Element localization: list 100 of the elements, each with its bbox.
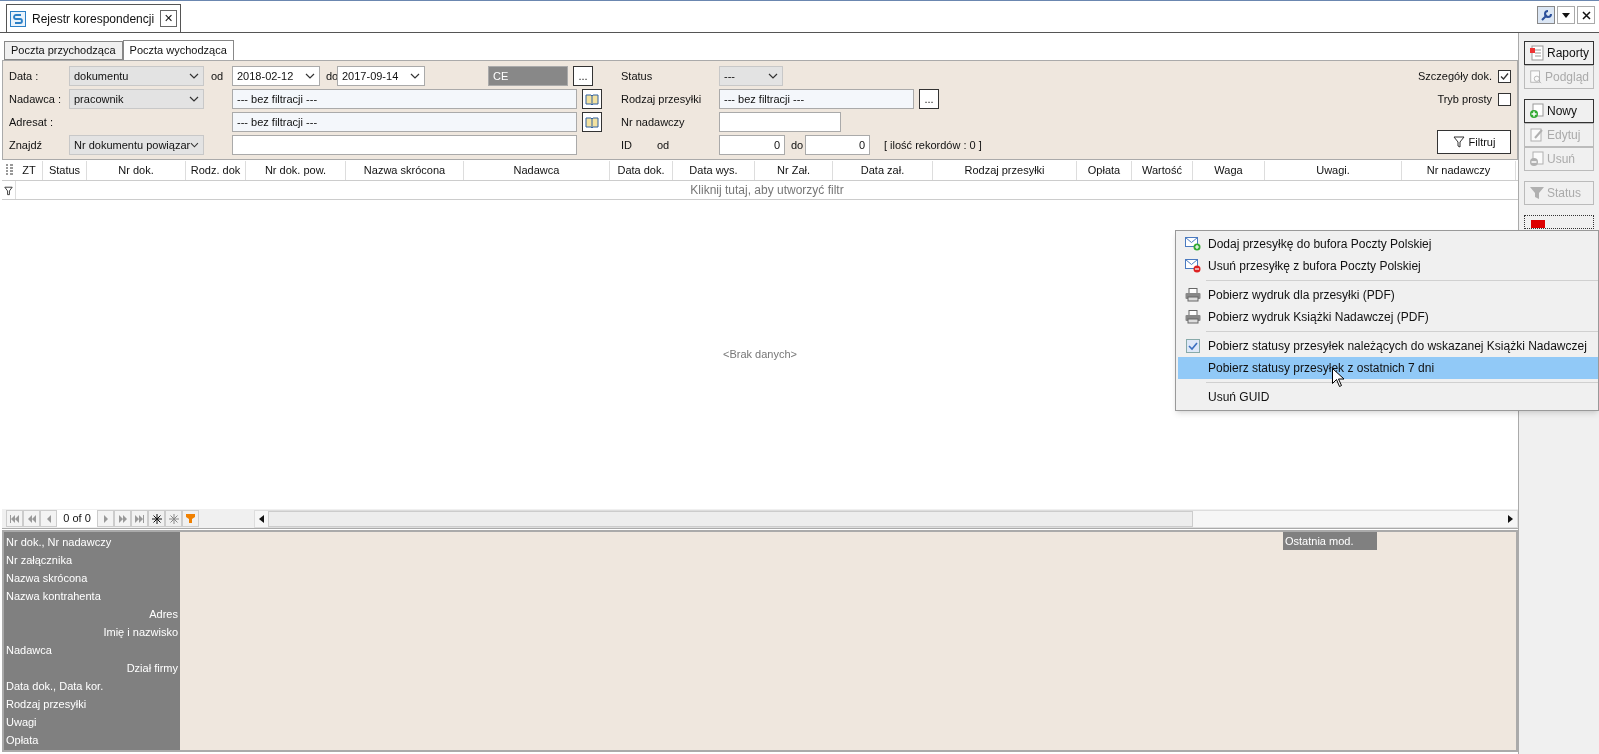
column-header[interactable]: Nadawca [464, 161, 610, 180]
filter-button[interactable]: Filtruj [1437, 130, 1511, 154]
sender-number-field[interactable] [719, 112, 841, 132]
date-picker[interactable]: 2017-09-14 [337, 66, 425, 86]
wrench-icon [1539, 8, 1553, 22]
detail-label: Data dok., Data kor. [6, 679, 105, 694]
next-record-button[interactable] [97, 510, 114, 527]
asterisk-icon [151, 513, 162, 524]
add-record-button[interactable] [148, 510, 165, 527]
next-page-button[interactable] [114, 510, 131, 527]
code-field[interactable]: CE [488, 66, 568, 86]
dropdown-button[interactable] [1557, 6, 1575, 24]
document-tab[interactable]: Rejestr korespondencji ✕ [6, 4, 182, 32]
field-label: Status [621, 68, 654, 84]
field-label: Rodzaj przesyłki [621, 91, 703, 107]
close-icon [1581, 10, 1591, 20]
arrow-icon [26, 514, 37, 523]
arrow-icon [9, 514, 20, 523]
checkbox-icon [1186, 339, 1200, 353]
field-label: Adresat : [9, 114, 55, 130]
printer-icon [1185, 310, 1201, 324]
field-label: Nadawca : [9, 91, 62, 107]
column-header[interactable]: Nr dok. pow. [246, 161, 346, 180]
column-header[interactable]: ZT [16, 161, 43, 180]
sender-type-select[interactable]: pracownik [69, 89, 204, 109]
column-header[interactable]: Nazwa skrócona [346, 161, 464, 180]
column-header[interactable]: Status [43, 161, 87, 180]
column-header[interactable]: Data zał. [833, 161, 933, 180]
detail-label: Rodzaj przesyłki [6, 697, 88, 712]
checkbox[interactable] [1498, 92, 1511, 106]
field-label: Znajdź [9, 137, 44, 153]
funnel-icon [1452, 136, 1465, 148]
search-field[interactable] [232, 135, 577, 155]
id-to-field[interactable]: 0 [805, 135, 870, 155]
first-record-button[interactable] [6, 510, 23, 527]
tab-title: Rejestr korespondencji [32, 10, 155, 28]
dropdown-caret-icon [189, 96, 199, 102]
menu-item[interactable]: Usuń GUID [1178, 386, 1598, 408]
detail-label: Adres [148, 607, 178, 622]
column-header[interactable]: Nr dok. [87, 161, 186, 180]
detail-label: Opłata [6, 733, 40, 748]
recipient-field[interactable]: --- bez filtracji --- [232, 112, 577, 132]
column-header[interactable]: Rodzaj przesyłki [933, 161, 1077, 180]
new-document-icon [1529, 103, 1545, 119]
previous-page-button[interactable] [23, 510, 40, 527]
field-label: Nr nadawczy [621, 114, 686, 130]
browse-button[interactable]: ... [919, 89, 939, 109]
column-header[interactable]: Data dok. [610, 161, 673, 180]
funnel-icon [186, 514, 195, 523]
field-label: Tryb prosty [1437, 91, 1492, 107]
tab[interactable]: Poczta wychodząca [122, 40, 234, 60]
tab[interactable]: Poczta przychodząca [4, 41, 123, 60]
column-header[interactable]: Waga [1193, 161, 1265, 180]
horizontal-scrollbar[interactable] [254, 509, 1518, 528]
search-type-select[interactable]: Nr dokumentu powiązar [69, 135, 204, 155]
menu-item[interactable]: Usuń przesyłkę z bufora Poczty Polskiej [1178, 255, 1598, 277]
date-picker[interactable]: 2018-02-12 [232, 66, 320, 86]
dropdown-caret-icon [768, 73, 778, 79]
previous-record-button[interactable] [40, 510, 57, 527]
browse-button[interactable]: ... [573, 66, 593, 86]
detail-label: Ostatnia mod. [1283, 532, 1377, 550]
column-header[interactable]: Rodz. dok [186, 161, 246, 180]
field-label: do [790, 137, 805, 153]
book-icon [585, 93, 599, 105]
detail-label: Nr załącznika [6, 553, 74, 568]
menu-item[interactable]: Pobierz statusy przesyłek z ostatnich 7 dni [1178, 357, 1598, 379]
shipment-type-field[interactable]: --- bez filtracji --- [719, 89, 914, 109]
column-header[interactable]: Nr Zał. [755, 161, 833, 180]
detail-label: Nazwa skrócona [6, 571, 89, 586]
menu-item[interactable]: Pobierz wydruk Książki Nadawczej (PDF) [1178, 306, 1598, 328]
side-button[interactable]: Raporty [1524, 41, 1594, 65]
menu-item[interactable]: Pobierz wydruk dla przesyłki (PDF) [1178, 284, 1598, 306]
detail-label: Uwagi [6, 715, 38, 730]
address-book-button[interactable] [582, 112, 602, 132]
close-button[interactable] [1577, 6, 1595, 24]
caret-icon [1562, 12, 1570, 18]
menu-item[interactable]: Dodaj przesyłkę do bufora Poczty Polskiej [1178, 233, 1598, 255]
filter-toggle-button[interactable] [182, 510, 199, 527]
id-from-field[interactable]: 0 [719, 135, 785, 155]
sender-field[interactable]: --- bez filtracji --- [232, 89, 577, 109]
address-book-button[interactable] [582, 89, 602, 109]
asterisk-icon [168, 513, 179, 524]
checkbox[interactable] [1498, 69, 1511, 83]
column-header[interactable]: Data wys. [673, 161, 755, 180]
side-button[interactable]: Nowy [1524, 99, 1594, 123]
column-header[interactable]: Opłata [1077, 161, 1132, 180]
column-header[interactable]: Wartość [1132, 161, 1193, 180]
dropdown-caret-icon [189, 73, 199, 79]
pencil-page-icon [1529, 127, 1545, 143]
color-button[interactable] [1524, 215, 1594, 229]
menu-item[interactable]: Pobierz statusy przesyłek należących do wskazanej Książki Nadawczej [1178, 335, 1598, 357]
envelope-plus-icon [1185, 237, 1201, 251]
detail-label: Nr dok., Nr nadawczy [6, 535, 113, 550]
close-tab-button[interactable]: ✕ [160, 10, 178, 27]
column-header[interactable]: Uwagi. [1265, 161, 1402, 180]
settings-button[interactable] [1537, 6, 1555, 24]
status-select[interactable]: --- [719, 66, 783, 86]
filter-row-hint[interactable]: Kliknij tutaj, aby utworzyć filtr [16, 181, 1518, 199]
column-header[interactable]: Nr nadawczy [1402, 161, 1516, 180]
date-type-select[interactable]: dokumentu [69, 66, 204, 86]
